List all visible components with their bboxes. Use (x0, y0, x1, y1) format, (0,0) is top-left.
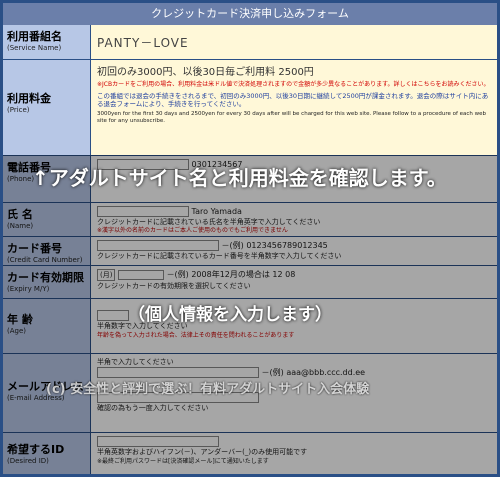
form-title: クレジットカード決済申し込みフォーム (3, 3, 497, 26)
billing-note-en: 3000yen for the first 30 days and 2500ye… (97, 111, 487, 124)
service-name-value: PANTY－LOVE (97, 36, 189, 50)
card-number-input[interactable] (97, 240, 219, 251)
service-label-en: (Service Name) (7, 44, 62, 52)
price-value-cell: 初回のみ3000円、以後30日毎ご利用料 2500円 ※JCBカードをご利用の場… (91, 60, 497, 155)
expiry-month-select[interactable]: (月) (97, 269, 116, 281)
expiry-label: カード有効期限 (Expiry M/Y) (3, 266, 91, 298)
name-label-en: (Name) (7, 222, 34, 230)
form-frame: クレジットカード決済申し込みフォーム 利用番組名 (Service Name) … (0, 0, 500, 477)
name-note: クレジットカードに記載されている氏名を半角英字で入力してください (97, 218, 321, 226)
price-label-en: (Price) (7, 106, 30, 114)
billing-note: この番組では退会の手続きをされるまで、初回のみ3000円、以後30日期に継続して… (97, 92, 489, 108)
card-label: カード番号 (Credit Card Number) (3, 237, 91, 265)
id-note: 半角英数字およびハイフン(－)、アンダーバー(_)のみ使用可能です (97, 448, 308, 456)
id-label-ja: 希望するID (7, 443, 65, 456)
email-note: 半角で入力してください (97, 358, 174, 366)
id-label-en: (Desired ID) (7, 457, 49, 465)
name-label-ja: 氏 名 (7, 208, 33, 221)
age-label: 年 齢 (Age) (3, 299, 91, 353)
price-row: 利用料金 (Price) 初回のみ3000円、以後30日毎ご利用料 2500円 … (3, 60, 497, 156)
name-input[interactable] (97, 206, 189, 217)
expiry-cell: (月) －(例) 2008年12月の場合は 12 08 クレジットカードの有効期… (91, 266, 497, 298)
card-label-en: (Credit Card Number) (7, 256, 83, 264)
age-input[interactable] (97, 310, 129, 321)
service-row: 利用番組名 (Service Name) PANTY－LOVE (3, 25, 497, 60)
jcb-note[interactable]: ※JCBカードをご利用の場合、利用料金は米ドル値で決済処理されますので金額が多少… (97, 81, 491, 89)
personal-info-caption: （個人情報を入力します） (128, 305, 332, 325)
card-example: －(例) 0123456789012345 (221, 241, 328, 250)
email-example: －(例) aaa@bbb.ccc.dd.ee (261, 368, 366, 377)
watermark: (c) 安全性と評判で選ぶ！有料アダルトサイト入会体験 (46, 382, 370, 397)
expiry-label-en: (Expiry M/Y) (7, 285, 50, 293)
price-label: 利用料金 (Price) (3, 60, 91, 155)
id-input[interactable] (97, 436, 219, 447)
price-caption: ↑アダルトサイト名と利用料金を確認します。 (32, 166, 447, 190)
age-label-ja: 年 齢 (7, 313, 33, 326)
email-confirm-note: 確認の為もう一度入力してください (97, 404, 209, 412)
id-note-2: ※最終ご利用パスワードは[決済確認メール]にて通知いたします (97, 458, 269, 465)
age-label-en: (Age) (7, 327, 27, 335)
name-example: Taro Yamada (191, 207, 242, 216)
card-cell: －(例) 0123456789012345 クレジットカードに記載されているカー… (91, 237, 497, 265)
expiry-label-ja: カード有効期限 (7, 271, 84, 284)
service-label-ja: 利用番組名 (7, 30, 62, 43)
id-row: 希望するID (Desired ID) 半角英数字およびハイフン(－)、アンダー… (3, 433, 497, 474)
name-cell: Taro Yamada クレジットカードに記載されている氏名を半角英字で入力して… (91, 203, 497, 236)
expiry-year-select[interactable] (118, 270, 165, 280)
id-cell: 半角英数字およびハイフン(－)、アンダーバー(_)のみ使用可能です ※最終ご利用… (91, 433, 497, 474)
name-note-2: ※漢字以外の名前のカードはご本人ご使用のものでもご利用できません (97, 227, 288, 234)
card-label-ja: カード番号 (7, 242, 62, 255)
name-label: 氏 名 (Name) (3, 203, 91, 236)
id-label: 希望するID (Desired ID) (3, 433, 91, 474)
email-input[interactable] (97, 367, 259, 378)
expiry-example: －(例) 2008年12月の場合は 12 08 (166, 270, 296, 279)
card-note: クレジットカードに記載されているカード番号を半角数字で入力してください (97, 252, 342, 260)
age-warning: 年齢を偽って入力された場合、法律上その責任を問われることがあります (97, 332, 295, 339)
expiry-row: カード有効期限 (Expiry M/Y) (月) －(例) 2008年12月の場… (3, 266, 497, 299)
card-row: カード番号 (Credit Card Number) －(例) 01234567… (3, 237, 497, 266)
price-label-ja: 利用料金 (7, 92, 51, 105)
expiry-note: クレジットカードの有効期限を選択してください (97, 282, 251, 290)
price-value: 初回のみ3000円、以後30日毎ご利用料 2500円 (97, 67, 314, 78)
service-label: 利用番組名 (Service Name) (3, 25, 91, 59)
name-row: 氏 名 (Name) Taro Yamada クレジットカードに記載されている氏… (3, 203, 497, 237)
service-value-cell: PANTY－LOVE (91, 25, 497, 59)
